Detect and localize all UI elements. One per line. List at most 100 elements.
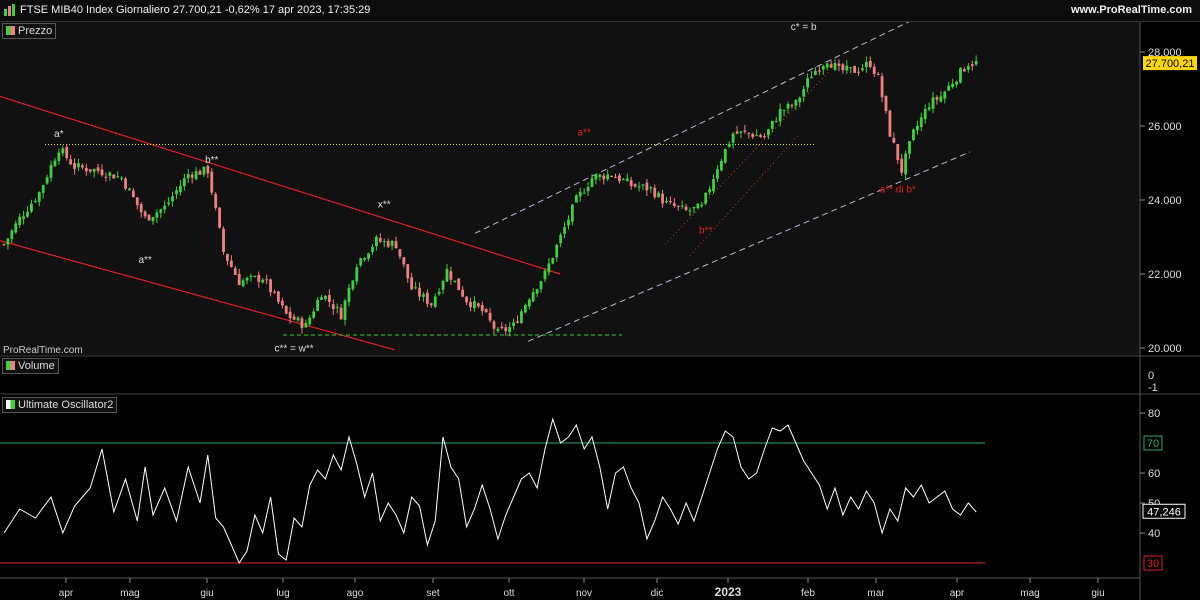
candle[interactable] bbox=[237, 273, 241, 285]
candle[interactable] bbox=[653, 187, 657, 198]
candle[interactable] bbox=[508, 327, 512, 332]
candle[interactable] bbox=[806, 78, 809, 88]
candle[interactable] bbox=[559, 234, 563, 244]
candle[interactable] bbox=[108, 172, 112, 176]
oscillator-panel-label[interactable]: Ultimate Oscillator2 bbox=[2, 397, 118, 413]
candle[interactable] bbox=[814, 70, 817, 75]
candle[interactable] bbox=[676, 205, 680, 207]
candle[interactable] bbox=[112, 174, 116, 179]
candle[interactable] bbox=[774, 121, 778, 123]
candle[interactable] bbox=[335, 306, 339, 308]
candle[interactable] bbox=[923, 108, 927, 120]
candle[interactable] bbox=[57, 152, 61, 161]
candle[interactable] bbox=[198, 170, 202, 175]
candle[interactable] bbox=[927, 107, 931, 110]
candle[interactable] bbox=[688, 210, 692, 212]
candle[interactable] bbox=[131, 190, 135, 197]
candle[interactable] bbox=[696, 203, 700, 209]
candle[interactable] bbox=[398, 249, 402, 257]
candle[interactable] bbox=[943, 91, 947, 99]
candle[interactable] bbox=[273, 291, 276, 293]
candle[interactable] bbox=[531, 292, 535, 302]
candle[interactable] bbox=[386, 241, 390, 247]
candle[interactable] bbox=[692, 207, 696, 209]
candle[interactable] bbox=[359, 258, 363, 266]
candle[interactable] bbox=[155, 212, 159, 218]
candle[interactable] bbox=[716, 169, 719, 179]
candle[interactable] bbox=[578, 191, 582, 197]
candle[interactable] bbox=[563, 227, 566, 234]
candle[interactable] bbox=[88, 169, 92, 172]
candle[interactable] bbox=[425, 292, 429, 304]
candle[interactable] bbox=[390, 240, 394, 246]
candle[interactable] bbox=[92, 168, 96, 172]
chart-canvas[interactable]: a* b** a** x** c** = w** a** b** c* = b a** di b… bbox=[0, 22, 1200, 600]
candle[interactable] bbox=[610, 175, 613, 177]
candle[interactable] bbox=[947, 85, 951, 91]
candle[interactable] bbox=[22, 216, 25, 219]
candle[interactable] bbox=[343, 300, 347, 320]
candle[interactable] bbox=[469, 301, 472, 308]
candle[interactable] bbox=[739, 131, 743, 133]
candle[interactable] bbox=[680, 205, 684, 207]
candle[interactable] bbox=[241, 280, 245, 286]
price-panel-label[interactable]: Prezzo bbox=[2, 23, 57, 39]
candle[interactable] bbox=[296, 317, 300, 321]
candle[interactable] bbox=[175, 190, 178, 195]
candle[interactable] bbox=[116, 176, 120, 178]
candle[interactable] bbox=[645, 182, 649, 191]
candle[interactable] bbox=[849, 67, 853, 69]
candle[interactable] bbox=[151, 217, 155, 222]
candle[interactable] bbox=[606, 174, 610, 180]
candle[interactable] bbox=[817, 70, 821, 72]
candle[interactable] bbox=[226, 254, 229, 261]
candle[interactable] bbox=[523, 304, 527, 313]
candle[interactable] bbox=[790, 105, 794, 107]
candle[interactable] bbox=[829, 64, 833, 68]
candle[interactable] bbox=[547, 263, 551, 273]
candle[interactable] bbox=[6, 238, 10, 245]
candle[interactable] bbox=[233, 268, 237, 275]
candle[interactable] bbox=[69, 159, 73, 165]
candle[interactable] bbox=[331, 304, 335, 310]
candle[interactable] bbox=[202, 166, 206, 175]
candle[interactable] bbox=[496, 328, 500, 331]
candle[interactable] bbox=[41, 185, 45, 193]
candle[interactable] bbox=[543, 270, 547, 280]
candle[interactable] bbox=[955, 81, 958, 85]
candle[interactable] bbox=[453, 280, 457, 282]
candle[interactable] bbox=[684, 206, 688, 210]
candle[interactable] bbox=[535, 289, 539, 294]
candle[interactable] bbox=[939, 96, 943, 102]
candle[interactable] bbox=[347, 287, 351, 303]
candle[interactable] bbox=[457, 278, 461, 291]
candle[interactable] bbox=[222, 228, 225, 252]
candle[interactable] bbox=[872, 66, 876, 74]
candle[interactable] bbox=[966, 66, 970, 70]
candle[interactable] bbox=[245, 277, 249, 281]
candle[interactable] bbox=[876, 74, 880, 76]
candle[interactable] bbox=[422, 294, 425, 298]
candle[interactable] bbox=[621, 179, 625, 181]
candle[interactable] bbox=[935, 97, 939, 100]
price-panel[interactable] bbox=[0, 22, 1140, 355]
candle[interactable] bbox=[73, 163, 76, 169]
candle[interactable] bbox=[77, 163, 80, 168]
candle[interactable] bbox=[704, 192, 708, 204]
candle[interactable] bbox=[743, 130, 747, 132]
candle[interactable] bbox=[865, 61, 868, 68]
candle[interactable] bbox=[770, 120, 774, 129]
candle[interactable] bbox=[504, 327, 508, 331]
candle[interactable] bbox=[84, 167, 88, 172]
candle[interactable] bbox=[473, 301, 476, 309]
candle[interactable] bbox=[735, 131, 739, 134]
candle[interactable] bbox=[120, 177, 123, 179]
candle[interactable] bbox=[763, 136, 766, 138]
candle[interactable] bbox=[284, 305, 288, 314]
volume-panel[interactable] bbox=[0, 357, 1140, 393]
candle[interactable] bbox=[171, 196, 174, 202]
candle[interactable] bbox=[53, 160, 57, 167]
candle[interactable] bbox=[218, 207, 221, 228]
candle[interactable] bbox=[327, 295, 331, 303]
candle[interactable] bbox=[649, 187, 653, 189]
